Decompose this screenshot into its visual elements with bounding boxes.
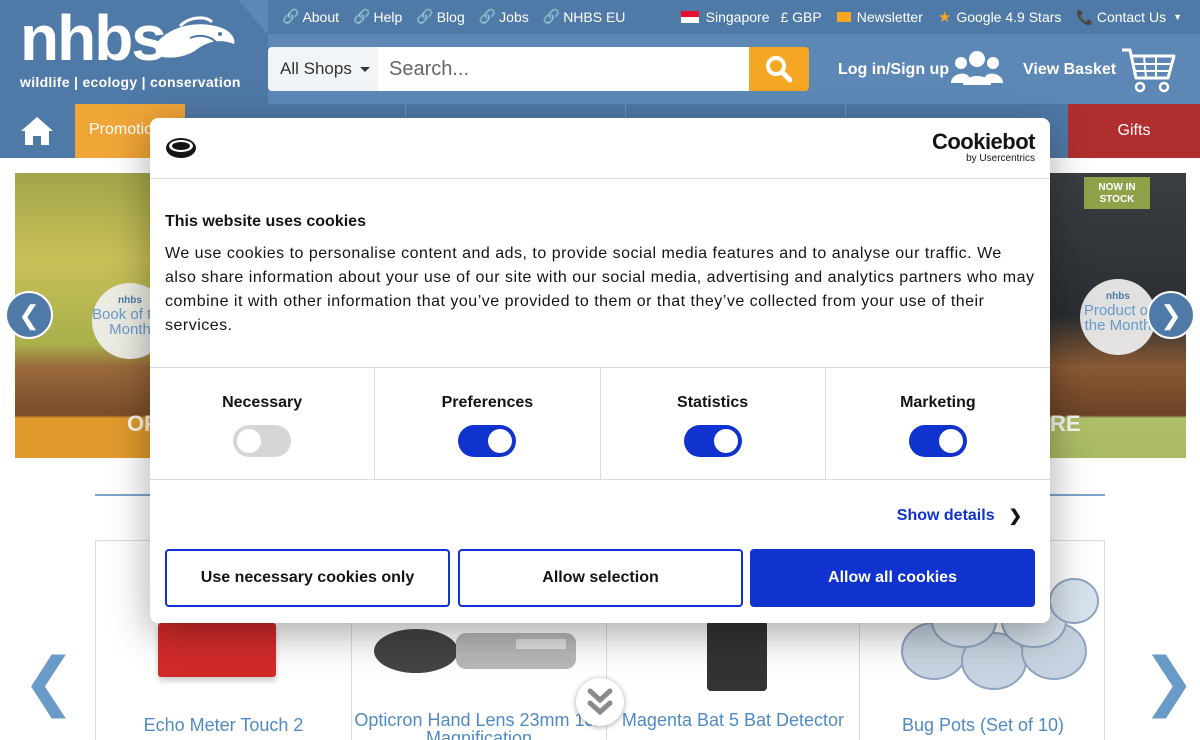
- rating-link[interactable]: ★ Google 4.9 Stars: [938, 8, 1062, 26]
- category-necessary: Necessary: [150, 368, 376, 479]
- show-details-link[interactable]: Show details ❯: [897, 506, 1022, 526]
- banner-next-button[interactable]: ❯: [1147, 291, 1195, 339]
- preferences-toggle[interactable]: [458, 425, 517, 457]
- star-icon: ★: [937, 9, 952, 26]
- logo-tagline: wildlife | ecology | conservation: [20, 74, 241, 90]
- product-name[interactable]: Magenta Bat 5 Bat Detector: [607, 711, 859, 729]
- cookie-consent-dialog: Cookiebot by Usercentrics This website u…: [150, 118, 1050, 623]
- necessary-only-button[interactable]: Use necessary cookies only: [165, 549, 450, 607]
- bird-logo-icon: [154, 16, 235, 58]
- caret-down-icon: ▼: [1173, 12, 1182, 22]
- home-button[interactable]: [0, 104, 74, 158]
- account-links: Singapore £ GBP Newsletter ★ Google 4.9 S…: [680, 8, 1182, 26]
- login-link[interactable]: Log in/Sign up: [838, 61, 949, 79]
- link-icon: 🔗: [282, 8, 300, 24]
- shop-select[interactable]: All Shops: [268, 47, 378, 91]
- caret-down-icon: [359, 66, 370, 72]
- singapore-flag-icon: [680, 11, 699, 23]
- top-link-nhbs-eu[interactable]: 🔗 NHBS EU: [543, 8, 626, 25]
- product-name[interactable]: Bug Pots (Set of 10): [860, 716, 1106, 734]
- view-basket-link[interactable]: View Basket: [1023, 61, 1116, 79]
- contact-link[interactable]: 📞 Contact Us ▼: [1076, 8, 1182, 26]
- carousel-next-icon[interactable]: ❯: [1142, 650, 1196, 714]
- carousel-prev-icon[interactable]: ❮: [22, 650, 76, 714]
- currency-label: £ GBP: [780, 9, 822, 25]
- top-link-blog[interactable]: 🔗 Blog: [416, 8, 464, 25]
- cart-icon[interactable]: [1120, 46, 1176, 94]
- link-icon: 🔗: [353, 8, 371, 24]
- link-icon: 🔗: [542, 8, 561, 24]
- nav-gifts[interactable]: Gifts: [1068, 104, 1200, 158]
- cookie-icon: [166, 138, 196, 158]
- product-of-month-badge: nhbs Product of the Month: [1080, 279, 1156, 355]
- top-link-about[interactable]: 🔗 About: [282, 8, 339, 25]
- phone-icon: 📞: [1076, 8, 1094, 25]
- top-link-help[interactable]: 🔗 Help: [353, 8, 402, 25]
- home-icon: [21, 117, 53, 145]
- search-input[interactable]: [378, 47, 750, 91]
- chevron-right-icon: ❯: [1008, 508, 1022, 525]
- allow-all-button[interactable]: Allow all cookies: [750, 549, 1035, 607]
- product-name[interactable]: Opticron Hand Lens 23mm 10x Magnificatio…: [352, 711, 606, 740]
- allow-selection-button[interactable]: Allow selection: [458, 549, 743, 607]
- dialog-header: Cookiebot by Usercentrics: [150, 118, 1050, 179]
- top-links: 🔗 About 🔗 Help 🔗 Blog 🔗 Jobs 🔗 NHBS EU: [282, 8, 625, 25]
- logo-wordmark: nhbs: [20, 2, 167, 74]
- banner-cta-fragment: RE: [1050, 411, 1081, 436]
- site-logo[interactable]: nhbs wildlife | ecology | conservation: [0, 0, 268, 104]
- link-icon: 🔗: [478, 8, 497, 24]
- product-image: [158, 623, 276, 677]
- statistics-toggle[interactable]: [683, 425, 742, 457]
- now-in-stock-badge: NOW IN STOCK: [1084, 177, 1150, 209]
- newsletter-link[interactable]: Newsletter: [836, 8, 923, 26]
- cookie-categories: Necessary Preferences Statistics Marketi…: [150, 367, 1050, 480]
- cookiebot-logo[interactable]: Cookiebot by Usercentrics: [932, 131, 1036, 165]
- dialog-body: We use cookies to personalise content an…: [165, 245, 1035, 334]
- marketing-toggle[interactable]: [908, 425, 967, 457]
- category-marketing: Marketing: [826, 368, 1050, 479]
- necessary-toggle: [233, 425, 292, 457]
- site-header: nhbs wildlife | ecology | conservation 🔗…: [0, 0, 1200, 104]
- envelope-icon: [836, 12, 851, 22]
- search-icon: [766, 56, 793, 83]
- search-button[interactable]: [749, 47, 809, 91]
- region-selector[interactable]: Singapore £ GBP: [680, 8, 822, 26]
- double-chevron-down-icon: [587, 688, 613, 716]
- top-link-jobs[interactable]: 🔗 Jobs: [479, 8, 529, 25]
- dialog-title: This website uses cookies: [165, 213, 366, 230]
- product-name[interactable]: Echo Meter Touch 2: [96, 716, 351, 734]
- users-icon[interactable]: [951, 49, 1003, 87]
- category-statistics: Statistics: [601, 368, 826, 479]
- product-image: [707, 621, 767, 691]
- link-icon: 🔗: [416, 8, 434, 24]
- scroll-down-button[interactable]: [576, 678, 624, 726]
- category-preferences: Preferences: [375, 368, 601, 479]
- banner-prev-button[interactable]: ❮: [5, 291, 53, 339]
